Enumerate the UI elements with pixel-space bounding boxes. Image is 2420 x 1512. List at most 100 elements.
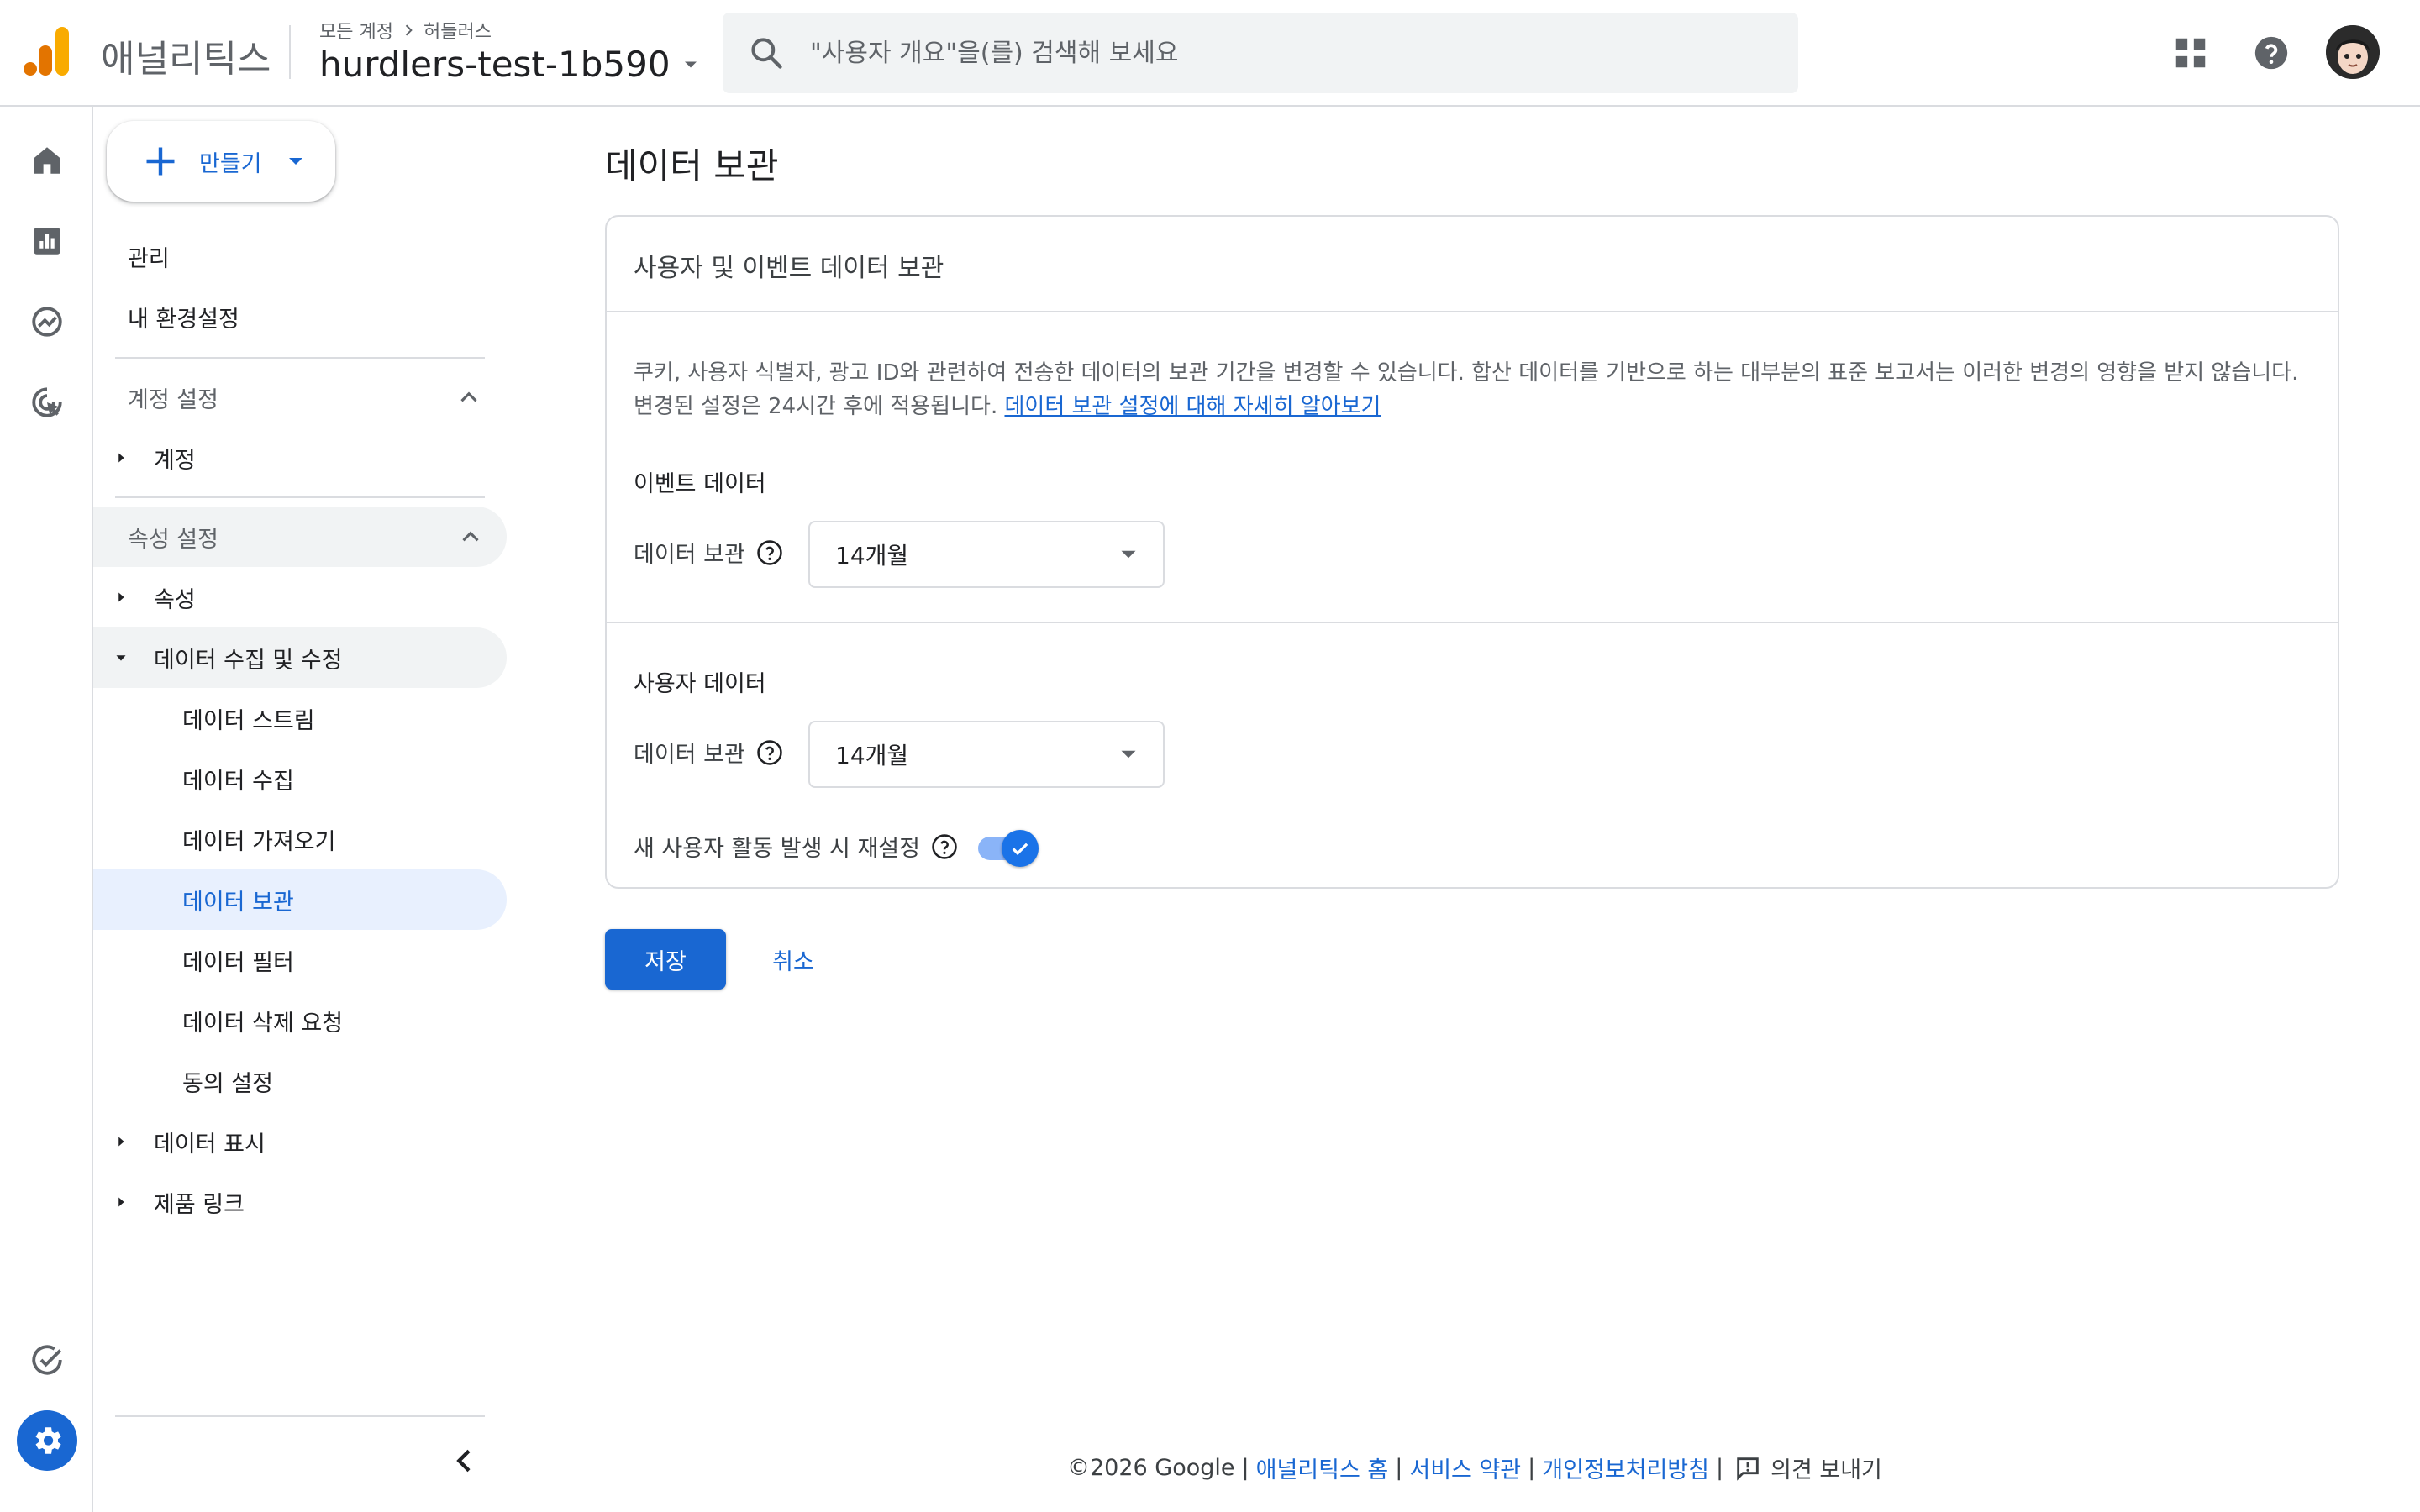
caret-down-icon bbox=[684, 61, 697, 67]
save-button[interactable]: 저장 bbox=[605, 929, 726, 990]
footer-terms-link[interactable]: 서비스 약관 bbox=[1409, 1452, 1521, 1484]
nav-data-filters-label: 데이터 필터 bbox=[182, 949, 294, 976]
user-data-heading: 사용자 데이터 bbox=[634, 671, 766, 697]
breadcrumb[interactable]: 모든 계정 허들러스 bbox=[319, 17, 492, 44]
card-divider bbox=[607, 622, 2338, 623]
caret-down-icon bbox=[1121, 550, 1136, 559]
caret-down-icon bbox=[288, 158, 302, 165]
nav-data-collection-label: 데이터 수집 및 수정 bbox=[154, 647, 343, 674]
nav-data-retention[interactable]: 데이터 보관 bbox=[93, 869, 507, 930]
rail-admin[interactable] bbox=[17, 1410, 77, 1471]
check-icon bbox=[1012, 843, 1028, 856]
nav-account-label: 계정 bbox=[154, 447, 196, 474]
event-retention-label-text: 데이터 보관 bbox=[634, 542, 745, 568]
caret-down-icon bbox=[116, 655, 126, 661]
caret-right-icon bbox=[118, 592, 124, 602]
reports-icon bbox=[34, 228, 60, 255]
collapse-nav-button[interactable] bbox=[438, 1434, 492, 1488]
toggle-knob bbox=[1002, 830, 1039, 867]
help-outline-icon[interactable] bbox=[755, 738, 784, 767]
footer: ©2026 Google | 애널리틱스 홈 | 서비스 약관 | 개인정보처리… bbox=[1067, 1452, 1882, 1484]
nav-data-import[interactable]: 데이터 가져오기 bbox=[93, 809, 505, 869]
nav-my-preferences[interactable]: 내 환경설정 bbox=[93, 286, 505, 347]
nav-data-collection[interactable]: 데이터 수집 및 수정 bbox=[93, 627, 507, 688]
rail-advertising[interactable] bbox=[17, 372, 77, 433]
nav-my-preferences-label: 내 환경설정 bbox=[128, 306, 239, 333]
nav-property[interactable]: 속성 bbox=[93, 567, 505, 627]
nav-account[interactable]: 계정 bbox=[93, 428, 505, 488]
search-input[interactable] bbox=[810, 38, 1734, 68]
rail-explore[interactable] bbox=[17, 291, 77, 352]
nav-data-deletion-label: 데이터 삭제 요청 bbox=[182, 1010, 344, 1037]
breadcrumb-account[interactable]: 허들러스 bbox=[424, 17, 492, 44]
retention-card: 사용자 및 이벤트 데이터 보관 쿠키, 사용자 식별자, 광고 ID와 관련하… bbox=[605, 215, 2339, 889]
nav-product-links-label: 제품 링크 bbox=[154, 1191, 245, 1218]
insights-check-icon bbox=[32, 1345, 62, 1375]
cancel-button[interactable]: 취소 bbox=[753, 929, 834, 990]
footer-separator: | bbox=[1528, 1455, 1536, 1481]
product-name: 애널리틱스 bbox=[101, 38, 271, 81]
nav-consent-settings-label: 동의 설정 bbox=[182, 1070, 273, 1097]
breadcrumb-root[interactable]: 모든 계정 bbox=[319, 17, 393, 44]
reset-label-text: 새 사용자 활동 발생 시 재설정 bbox=[634, 836, 920, 862]
analytics-logo-icon[interactable] bbox=[24, 25, 71, 77]
footer-separator: | bbox=[1395, 1455, 1403, 1481]
caret-down-icon bbox=[1121, 750, 1136, 759]
user-retention-select[interactable]: 14개월 bbox=[808, 721, 1165, 788]
nav-data-streams[interactable]: 데이터 스트림 bbox=[93, 688, 505, 748]
create-button[interactable]: 만들기 bbox=[107, 121, 335, 202]
caret-right-icon bbox=[118, 453, 124, 463]
nav-section-label: 속성 설정 bbox=[128, 526, 218, 553]
search-bar[interactable] bbox=[723, 13, 1798, 93]
event-retention-select[interactable]: 14개월 bbox=[808, 521, 1165, 588]
footer-analytics-home-link[interactable]: 애널리틱스 홈 bbox=[1256, 1452, 1389, 1484]
nav-data-display[interactable]: 데이터 표시 bbox=[93, 1111, 505, 1172]
top-app-bar: 애널리틱스 모든 계정 허들러스 hurdlers-test-1b590 bbox=[0, 0, 2420, 107]
help-outline-icon[interactable] bbox=[755, 538, 784, 567]
nav-data-deletion[interactable]: 데이터 삭제 요청 bbox=[93, 990, 505, 1051]
page-title: 데이터 보관 bbox=[605, 145, 779, 186]
nav-section-property-settings[interactable]: 속성 설정 bbox=[93, 507, 507, 567]
nav-data-import-label: 데이터 가져오기 bbox=[182, 828, 336, 855]
rail-home[interactable] bbox=[17, 130, 77, 191]
rail-reports[interactable] bbox=[17, 211, 77, 271]
help-icon bbox=[2254, 36, 2288, 70]
footer-privacy-link[interactable]: 개인정보처리방침 bbox=[1542, 1452, 1709, 1484]
nav-product-links[interactable]: 제품 링크 bbox=[93, 1172, 505, 1232]
help-outline-icon[interactable] bbox=[930, 832, 959, 861]
user-retention-label: 데이터 보관 bbox=[634, 736, 784, 769]
description-text: 쿠키, 사용자 식별자, 광고 ID와 관련하여 전송한 데이터의 보관 기간을… bbox=[634, 360, 2299, 419]
nav-data-collect[interactable]: 데이터 수집 bbox=[93, 748, 505, 809]
plus-icon bbox=[146, 147, 175, 176]
learn-more-link[interactable]: 데이터 보관 설정에 대해 자세히 알아보기 bbox=[1004, 394, 1381, 419]
nav-admin[interactable]: 관리 bbox=[93, 226, 505, 286]
property-name: hurdlers-test-1b590 bbox=[319, 44, 671, 85]
nav-section-account-settings[interactable]: 계정 설정 bbox=[93, 367, 505, 428]
explore-icon bbox=[32, 307, 62, 337]
card-header: 사용자 및 이벤트 데이터 보관 bbox=[607, 217, 2338, 312]
admin-nav-panel: 만들기 관리 내 환경설정 계정 설정 계정 속성 설정 속성 데이터 수집 및… bbox=[93, 107, 517, 1512]
user-retention-value: 14개월 bbox=[835, 742, 909, 769]
help-button[interactable] bbox=[2247, 29, 2296, 77]
rail-insights[interactable] bbox=[17, 1330, 77, 1390]
nav-data-streams-label: 데이터 스트림 bbox=[182, 707, 315, 734]
chevron-left-icon bbox=[456, 1449, 471, 1473]
nav-data-filters[interactable]: 데이터 필터 bbox=[93, 930, 505, 990]
avatar-face-icon bbox=[2326, 25, 2380, 79]
user-avatar[interactable] bbox=[2326, 25, 2380, 79]
reset-on-activity-toggle[interactable] bbox=[976, 830, 1040, 867]
feedback-icon[interactable] bbox=[1733, 1454, 1762, 1483]
nav-divider bbox=[115, 357, 485, 359]
reset-on-activity-label: 새 사용자 활동 발생 시 재설정 bbox=[634, 830, 959, 863]
event-retention-label: 데이터 보관 bbox=[634, 536, 784, 569]
nav-divider bbox=[115, 1415, 485, 1417]
apps-button[interactable] bbox=[2166, 29, 2215, 77]
nav-consent-settings[interactable]: 동의 설정 bbox=[93, 1051, 505, 1111]
header-divider bbox=[289, 25, 291, 79]
card-title: 사용자 및 이벤트 데이터 보관 bbox=[634, 254, 944, 283]
footer-feedback-link[interactable]: 의견 보내기 bbox=[1770, 1452, 1882, 1484]
footer-separator: | bbox=[1716, 1455, 1724, 1481]
property-selector[interactable]: hurdlers-test-1b590 bbox=[319, 44, 702, 85]
apps-grid-icon bbox=[2175, 38, 2206, 68]
nav-data-display-label: 데이터 표시 bbox=[154, 1131, 266, 1158]
